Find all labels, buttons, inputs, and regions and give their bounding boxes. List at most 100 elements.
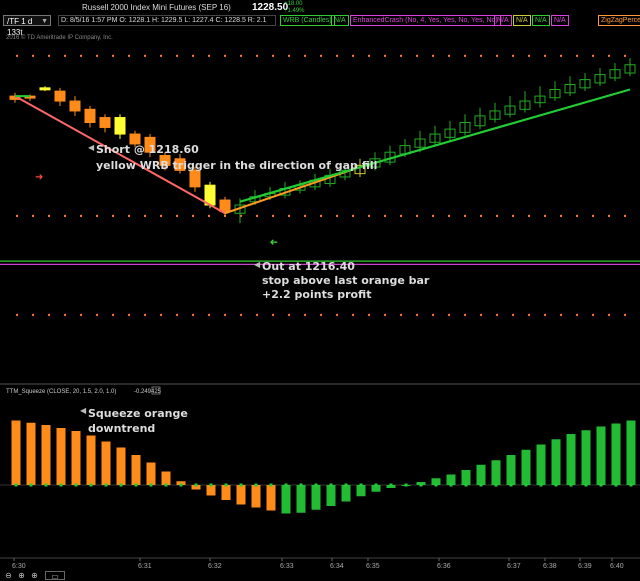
candle	[564, 76, 576, 97]
squeeze-dot	[329, 483, 333, 487]
candle	[84, 106, 96, 128]
time-tick-label: 6:30	[12, 563, 26, 570]
chart-header: Russell 2000 Index Mini Futures (SEP 16)…	[0, 0, 640, 37]
squeeze-bar	[41, 425, 51, 485]
squeeze-bar	[491, 460, 501, 485]
study-zigzag[interactable]: ZigZagPerce	[598, 15, 640, 26]
squeeze-bar	[11, 420, 21, 485]
squeeze-bar	[326, 485, 336, 506]
study-wrb[interactable]: WRB (Candles)	[280, 15, 335, 26]
squeeze-bar	[461, 470, 471, 485]
candle	[519, 91, 531, 113]
squeeze-dot	[524, 483, 528, 487]
study-enhancedcrash[interactable]: EnhancedCrash (No, 4, Yes, Yes, No, Yes,…	[350, 15, 501, 26]
squeeze-dot	[29, 483, 33, 487]
squeeze-bar	[551, 439, 561, 485]
squeeze-dot	[419, 483, 423, 487]
chart-title: Russell 2000 Index Mini Futures (SEP 16)	[82, 3, 231, 12]
level-dots-2	[16, 313, 626, 316]
level-dots-0	[16, 54, 626, 57]
squeeze-dot	[389, 483, 393, 487]
squeeze-bar	[581, 430, 591, 485]
squeeze-bar	[206, 485, 216, 496]
squeeze-bar	[356, 485, 366, 497]
study-na-2[interactable]: N/A	[494, 15, 512, 26]
squeeze-dot	[284, 483, 288, 487]
squeeze-bar	[26, 422, 36, 485]
ohlc-readout: D: 8/5/16 1:57 PM O: 1228.1 H: 1229.5 L:…	[58, 15, 276, 26]
time-tick-label: 6:34	[330, 563, 344, 570]
candle	[609, 63, 621, 82]
squeeze-bar	[116, 447, 126, 485]
candle	[444, 120, 456, 141]
squeeze-dot	[344, 483, 348, 487]
squeeze-dot	[314, 483, 318, 487]
annotation-wrb: yellow WRB trigger in the direction of g…	[96, 159, 377, 172]
time-tick-label: 6:39	[578, 563, 592, 570]
squeeze-bar	[251, 485, 261, 508]
squeeze-dot	[569, 483, 573, 487]
squeeze-dot	[629, 483, 633, 487]
squeeze-dot	[509, 483, 513, 487]
candle	[384, 145, 396, 166]
squeeze-dot	[584, 483, 588, 487]
time-tick-label: 6:40	[610, 563, 624, 570]
study-na-5[interactable]: N/A	[551, 15, 569, 26]
candle	[489, 102, 501, 123]
annotation-out: Out at 1216.40	[262, 260, 355, 273]
squeeze-bar	[341, 485, 351, 502]
squeeze-bar	[281, 485, 291, 514]
squeeze-bar	[536, 444, 546, 485]
study-na-1[interactable]: N/A	[331, 15, 349, 26]
price-change-pct: +1.49%	[284, 8, 305, 14]
squeeze-dot	[404, 483, 408, 487]
last-price: 1228.50	[252, 2, 289, 13]
zoom-out-icon[interactable]: ⊖	[4, 571, 13, 580]
squeeze-bar	[131, 455, 141, 485]
search-icon[interactable]: ⊕	[17, 571, 26, 580]
time-tick-label: 6:35	[366, 563, 380, 570]
annotation-profit: +2.2 points profit	[262, 288, 371, 301]
squeeze-dot	[44, 483, 48, 487]
symbol-selector[interactable]: /TF 1 d 133t ▼	[3, 15, 51, 37]
time-axis: 6:30 6:31 6:32 6:33 6:34 6:35 6:36 6:37 6:38 6:39…	[12, 558, 624, 570]
squeeze-dot	[479, 483, 483, 487]
time-tick-label: 6:32	[208, 563, 222, 570]
squeeze-dot	[554, 483, 558, 487]
zoom-toolbar: ⊖ ⊕ ⊕ ▭	[0, 571, 640, 581]
study-na-3[interactable]: N/A	[513, 15, 531, 26]
out-arrow-icon: ◀	[254, 260, 261, 269]
zoom-in-icon[interactable]: ⊕	[30, 571, 39, 580]
squeeze-dot	[59, 483, 63, 487]
menu-icon[interactable]: ▭	[45, 571, 65, 581]
candle	[219, 196, 231, 217]
squeeze-dot	[599, 483, 603, 487]
ttm-squeeze-label: TTM_Squeeze (CLOSE, 20, 1.5, 2.0, 1.0)	[6, 389, 116, 395]
squeeze-bar	[146, 462, 156, 485]
squeeze-dot	[224, 483, 228, 487]
chevron-down-icon: ▼	[41, 18, 48, 25]
squeeze-dot	[359, 483, 363, 487]
candle	[534, 86, 546, 108]
squeeze-dot	[119, 483, 123, 487]
price-chart[interactable]: 2016 © TD Ameritrade IP Company, Inc. ◀ …	[0, 30, 640, 571]
squeeze-dot	[614, 483, 618, 487]
squeeze-dot	[494, 483, 498, 487]
candle	[39, 86, 51, 92]
trend-line	[239, 88, 631, 203]
study-na-4[interactable]: N/A	[532, 15, 550, 26]
candle	[429, 125, 441, 146]
squeeze-dot	[149, 483, 153, 487]
squeeze-bar	[476, 464, 486, 485]
squeeze-bar	[566, 434, 576, 485]
candle	[624, 58, 636, 77]
squeeze-dot	[539, 483, 543, 487]
squeeze-dot	[74, 483, 78, 487]
time-tick-label: 6:33	[280, 563, 294, 570]
time-tick-label: 6:31	[138, 563, 152, 570]
squeeze-dot	[134, 483, 138, 487]
squeeze-dot	[449, 483, 453, 487]
squeeze-bar	[521, 449, 531, 485]
squeeze-dot	[299, 483, 303, 487]
squeeze-dot	[239, 483, 243, 487]
